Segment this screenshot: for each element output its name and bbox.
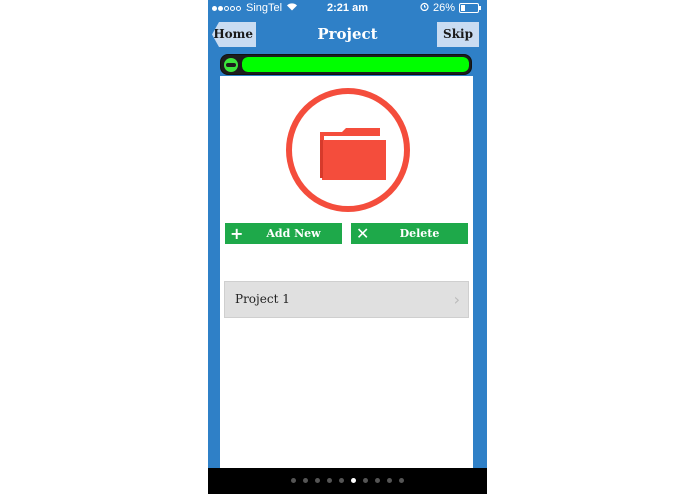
skip-button[interactable]: Skip — [437, 22, 479, 47]
nav-bar: Home Project Skip — [208, 17, 487, 52]
page-dot[interactable] — [399, 478, 404, 483]
folder-badge — [286, 88, 410, 212]
add-new-button[interactable]: + Add New — [225, 223, 342, 244]
page-dot[interactable] — [315, 478, 320, 483]
progress-bar — [220, 54, 472, 75]
page-dot[interactable] — [375, 478, 380, 483]
progress-track — [242, 57, 469, 72]
page-dot[interactable] — [351, 478, 356, 483]
status-right: 26% — [420, 2, 481, 14]
add-new-label: Add New — [266, 227, 321, 240]
delete-button[interactable]: ✕ Delete — [351, 223, 468, 244]
page-dot[interactable] — [291, 478, 296, 483]
page-dot[interactable] — [339, 478, 344, 483]
page-dot[interactable] — [303, 478, 308, 483]
page-dot[interactable] — [327, 478, 332, 483]
progress-fill — [242, 57, 469, 72]
page-dot[interactable] — [387, 478, 392, 483]
x-icon: ✕ — [356, 224, 370, 243]
phone-screen: SingTel 2:21 am 26% Home Project Skip + … — [208, 0, 487, 494]
delete-label: Delete — [399, 227, 440, 240]
project-name: Project 1 — [235, 292, 290, 306]
project-list-item[interactable]: Project 1 › — [224, 281, 469, 318]
battery-percent: 26% — [432, 2, 455, 14]
page-indicator-bar — [208, 468, 487, 494]
content-panel: + Add New ✕ Delete Project 1 › — [220, 76, 473, 468]
page-dot[interactable] — [363, 478, 368, 483]
page-dots — [208, 478, 487, 483]
plus-icon: + — [230, 224, 244, 243]
alarm-icon — [420, 2, 429, 14]
battery-icon — [459, 3, 481, 13]
folder-icon — [320, 128, 386, 180]
chevron-right-icon: › — [453, 290, 460, 309]
progress-face-icon — [224, 58, 238, 72]
status-bar: SingTel 2:21 am 26% — [208, 0, 487, 17]
